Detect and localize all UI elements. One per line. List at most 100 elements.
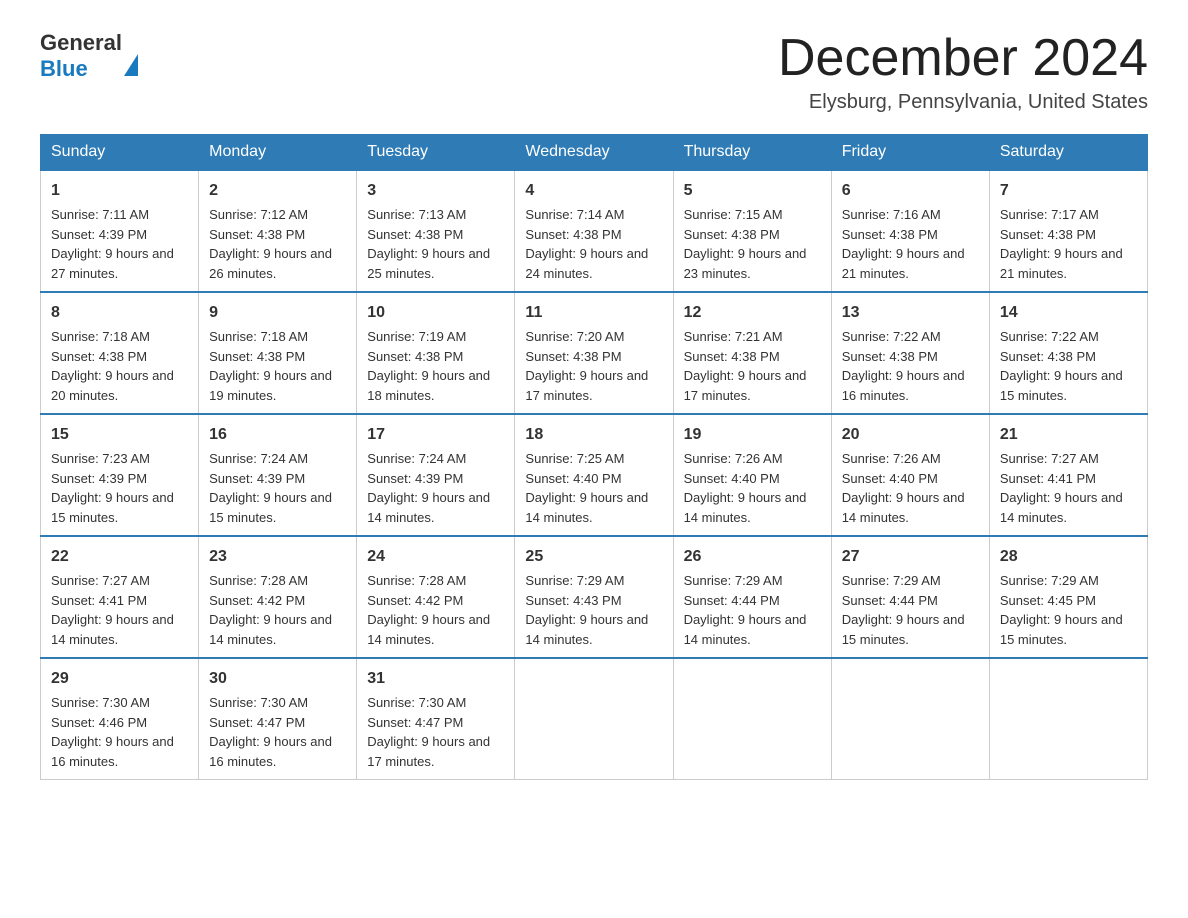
day-number: 15 xyxy=(51,423,188,447)
day-number: 14 xyxy=(1000,301,1137,325)
day-info: Sunrise: 7:11 AMSunset: 4:39 PMDaylight:… xyxy=(51,207,174,281)
day-number: 27 xyxy=(842,545,979,569)
day-number: 28 xyxy=(1000,545,1137,569)
day-number: 23 xyxy=(209,545,346,569)
day-info: Sunrise: 7:30 AMSunset: 4:46 PMDaylight:… xyxy=(51,695,174,769)
day-info: Sunrise: 7:22 AMSunset: 4:38 PMDaylight:… xyxy=(842,329,965,403)
day-info: Sunrise: 7:25 AMSunset: 4:40 PMDaylight:… xyxy=(525,451,648,525)
day-info: Sunrise: 7:16 AMSunset: 4:38 PMDaylight:… xyxy=(842,207,965,281)
day-info: Sunrise: 7:27 AMSunset: 4:41 PMDaylight:… xyxy=(1000,451,1123,525)
calendar-cell: 31 Sunrise: 7:30 AMSunset: 4:47 PMDayligh… xyxy=(357,658,515,780)
calendar-cell: 22 Sunrise: 7:27 AMSunset: 4:41 PMDayligh… xyxy=(41,536,199,658)
day-info: Sunrise: 7:15 AMSunset: 4:38 PMDaylight:… xyxy=(684,207,807,281)
calendar-cell: 26Sunrise: 7:29 AMSunset: 4:44 PMDayligh… xyxy=(673,536,831,658)
day-info: Sunrise: 7:29 AMSunset: 4:44 PMDaylight:… xyxy=(842,573,965,647)
column-header-tuesday: Tuesday xyxy=(357,135,515,171)
calendar-cell: 19 Sunrise: 7:26 AMSunset: 4:40 PMDayligh… xyxy=(673,414,831,536)
day-number: 19 xyxy=(684,423,821,447)
day-number: 29 xyxy=(51,667,188,691)
day-info: Sunrise: 7:28 AMSunset: 4:42 PMDaylight:… xyxy=(367,573,490,647)
calendar-cell: 27 Sunrise: 7:29 AMSunset: 4:44 PMDayligh… xyxy=(831,536,989,658)
day-number: 16 xyxy=(209,423,346,447)
calendar-cell: 16 Sunrise: 7:24 AMSunset: 4:39 PMDayligh… xyxy=(199,414,357,536)
day-number: 31 xyxy=(367,667,504,691)
calendar-cell: 21Sunrise: 7:27 AMSunset: 4:41 PMDayligh… xyxy=(989,414,1147,536)
day-number: 10 xyxy=(367,301,504,325)
calendar-week-row: 1 Sunrise: 7:11 AMSunset: 4:39 PMDaylight… xyxy=(41,170,1148,292)
calendar-cell: 9 Sunrise: 7:18 AMSunset: 4:38 PMDaylight… xyxy=(199,292,357,414)
day-number: 20 xyxy=(842,423,979,447)
column-header-thursday: Thursday xyxy=(673,135,831,171)
column-header-friday: Friday xyxy=(831,135,989,171)
day-info: Sunrise: 7:22 AMSunset: 4:38 PMDaylight:… xyxy=(1000,329,1123,403)
day-info: Sunrise: 7:28 AMSunset: 4:42 PMDaylight:… xyxy=(209,573,332,647)
day-number: 17 xyxy=(367,423,504,447)
calendar-cell xyxy=(673,658,831,780)
day-info: Sunrise: 7:18 AMSunset: 4:38 PMDaylight:… xyxy=(209,329,332,403)
day-number: 9 xyxy=(209,301,346,325)
day-number: 25 xyxy=(525,545,662,569)
calendar-cell: 8 Sunrise: 7:18 AMSunset: 4:38 PMDaylight… xyxy=(41,292,199,414)
calendar-cell xyxy=(515,658,673,780)
day-info: Sunrise: 7:23 AMSunset: 4:39 PMDaylight:… xyxy=(51,451,174,525)
day-number: 1 xyxy=(51,179,188,203)
calendar-cell: 23 Sunrise: 7:28 AMSunset: 4:42 PMDayligh… xyxy=(199,536,357,658)
calendar-week-row: 15 Sunrise: 7:23 AMSunset: 4:39 PMDayligh… xyxy=(41,414,1148,536)
calendar-cell: 24 Sunrise: 7:28 AMSunset: 4:42 PMDayligh… xyxy=(357,536,515,658)
day-number: 12 xyxy=(684,301,821,325)
day-info: Sunrise: 7:18 AMSunset: 4:38 PMDaylight:… xyxy=(51,329,174,403)
day-number: 11 xyxy=(525,301,662,325)
page-header: General Blue December 2024 Elysburg, Pen… xyxy=(40,30,1148,114)
day-info: Sunrise: 7:27 AMSunset: 4:41 PMDaylight:… xyxy=(51,573,174,647)
day-info: Sunrise: 7:26 AMSunset: 4:40 PMDaylight:… xyxy=(684,451,807,525)
calendar-cell: 28 Sunrise: 7:29 AMSunset: 4:45 PMDayligh… xyxy=(989,536,1147,658)
calendar-week-row: 29 Sunrise: 7:30 AMSunset: 4:46 PMDayligh… xyxy=(41,658,1148,780)
calendar-cell: 12Sunrise: 7:21 AMSunset: 4:38 PMDayligh… xyxy=(673,292,831,414)
calendar-cell: 10Sunrise: 7:19 AMSunset: 4:38 PMDayligh… xyxy=(357,292,515,414)
day-info: Sunrise: 7:17 AMSunset: 4:38 PMDaylight:… xyxy=(1000,207,1123,281)
calendar-cell: 6 Sunrise: 7:16 AMSunset: 4:38 PMDaylight… xyxy=(831,170,989,292)
calendar-header-row: SundayMondayTuesdayWednesdayThursdayFrid… xyxy=(41,135,1148,171)
calendar-week-row: 22 Sunrise: 7:27 AMSunset: 4:41 PMDayligh… xyxy=(41,536,1148,658)
calendar-cell xyxy=(989,658,1147,780)
calendar-week-row: 8 Sunrise: 7:18 AMSunset: 4:38 PMDaylight… xyxy=(41,292,1148,414)
day-number: 7 xyxy=(1000,179,1137,203)
calendar-cell: 30Sunrise: 7:30 AMSunset: 4:47 PMDayligh… xyxy=(199,658,357,780)
day-info: Sunrise: 7:12 AMSunset: 4:38 PMDaylight:… xyxy=(209,207,332,281)
day-number: 24 xyxy=(367,545,504,569)
day-number: 18 xyxy=(525,423,662,447)
day-number: 30 xyxy=(209,667,346,691)
calendar-cell xyxy=(831,658,989,780)
column-header-sunday: Sunday xyxy=(41,135,199,171)
calendar-cell: 25 Sunrise: 7:29 AMSunset: 4:43 PMDayligh… xyxy=(515,536,673,658)
calendar-cell: 5 Sunrise: 7:15 AMSunset: 4:38 PMDaylight… xyxy=(673,170,831,292)
title-block: December 2024 Elysburg, Pennsylvania, Un… xyxy=(778,30,1148,114)
logo-text: General Blue xyxy=(40,30,138,82)
calendar-cell: 15 Sunrise: 7:23 AMSunset: 4:39 PMDayligh… xyxy=(41,414,199,536)
day-info: Sunrise: 7:30 AMSunset: 4:47 PMDaylight:… xyxy=(367,695,490,769)
calendar-cell: 18 Sunrise: 7:25 AMSunset: 4:40 PMDayligh… xyxy=(515,414,673,536)
column-header-saturday: Saturday xyxy=(989,135,1147,171)
day-info: Sunrise: 7:13 AMSunset: 4:38 PMDaylight:… xyxy=(367,207,490,281)
month-title: December 2024 xyxy=(778,30,1148,87)
calendar-cell: 2Sunrise: 7:12 AMSunset: 4:38 PMDaylight… xyxy=(199,170,357,292)
day-number: 6 xyxy=(842,179,979,203)
day-info: Sunrise: 7:26 AMSunset: 4:40 PMDaylight:… xyxy=(842,451,965,525)
day-number: 13 xyxy=(842,301,979,325)
day-info: Sunrise: 7:29 AMSunset: 4:44 PMDaylight:… xyxy=(684,573,807,647)
logo: General Blue xyxy=(40,30,138,82)
location-subtitle: Elysburg, Pennsylvania, United States xyxy=(778,91,1148,114)
calendar-cell: 11Sunrise: 7:20 AMSunset: 4:38 PMDayligh… xyxy=(515,292,673,414)
calendar-cell: 29 Sunrise: 7:30 AMSunset: 4:46 PMDayligh… xyxy=(41,658,199,780)
day-info: Sunrise: 7:29 AMSunset: 4:43 PMDaylight:… xyxy=(525,573,648,647)
day-info: Sunrise: 7:29 AMSunset: 4:45 PMDaylight:… xyxy=(1000,573,1123,647)
day-number: 5 xyxy=(684,179,821,203)
day-number: 3 xyxy=(367,179,504,203)
calendar-cell: 14 Sunrise: 7:22 AMSunset: 4:38 PMDayligh… xyxy=(989,292,1147,414)
day-info: Sunrise: 7:24 AMSunset: 4:39 PMDaylight:… xyxy=(209,451,332,525)
calendar-cell: 3 Sunrise: 7:13 AMSunset: 4:38 PMDaylight… xyxy=(357,170,515,292)
day-number: 22 xyxy=(51,545,188,569)
calendar-cell: 13 Sunrise: 7:22 AMSunset: 4:38 PMDayligh… xyxy=(831,292,989,414)
calendar-cell: 7 Sunrise: 7:17 AMSunset: 4:38 PMDaylight… xyxy=(989,170,1147,292)
day-number: 8 xyxy=(51,301,188,325)
